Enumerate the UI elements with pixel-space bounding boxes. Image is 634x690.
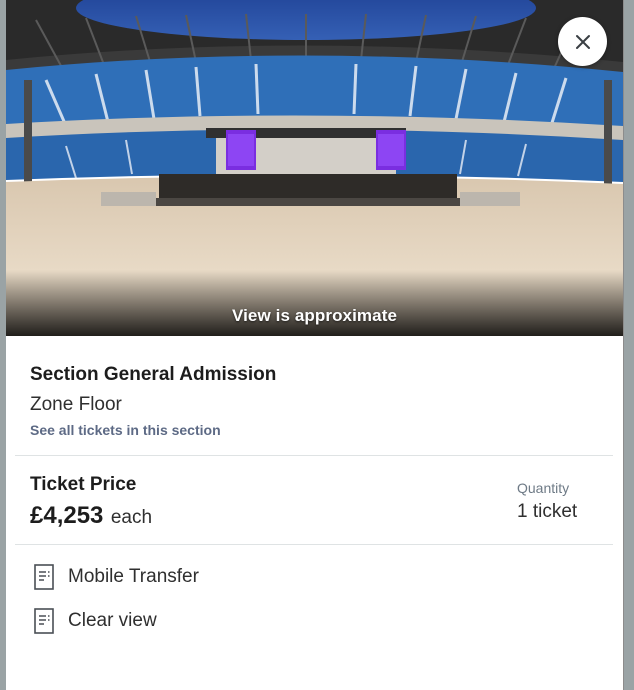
quantity-label: Quantity (517, 480, 570, 496)
feature-mobile-transfer: Mobile Transfer (34, 564, 199, 590)
section-title: Section General Admission (30, 364, 277, 385)
document-list-icon (34, 564, 54, 590)
view-approximate-caption: View is approximate (231, 306, 398, 325)
divider (15, 544, 613, 545)
ticket-price-label: Ticket Price (30, 474, 137, 495)
section-info: Section General Admission Zone Floor See… (30, 362, 590, 440)
close-icon (575, 34, 590, 49)
price-suffix: each (110, 507, 153, 528)
backdrop-right (624, 0, 634, 690)
divider (15, 455, 613, 456)
price-row: £4,253 each (30, 502, 152, 530)
price-value: £4,253 (30, 502, 104, 529)
venue-view-image: View is approximate (6, 0, 623, 336)
zone-label: Zone Floor (30, 394, 122, 415)
document-list-icon (34, 608, 54, 634)
price-info: Ticket Price £4,253 each (30, 472, 152, 530)
close-button[interactable] (558, 17, 607, 66)
quantity-info: Quantity 1 ticket (517, 478, 577, 523)
quantity-value: 1 ticket (517, 501, 578, 522)
feature-label: Mobile Transfer (68, 566, 199, 587)
seat-view-modal: View is approximate Section General Admi… (6, 0, 623, 690)
see-all-tickets-link[interactable]: See all tickets in this section (30, 422, 221, 438)
feature-label: Clear view (68, 610, 157, 631)
feature-clear-view: Clear view (34, 608, 157, 634)
